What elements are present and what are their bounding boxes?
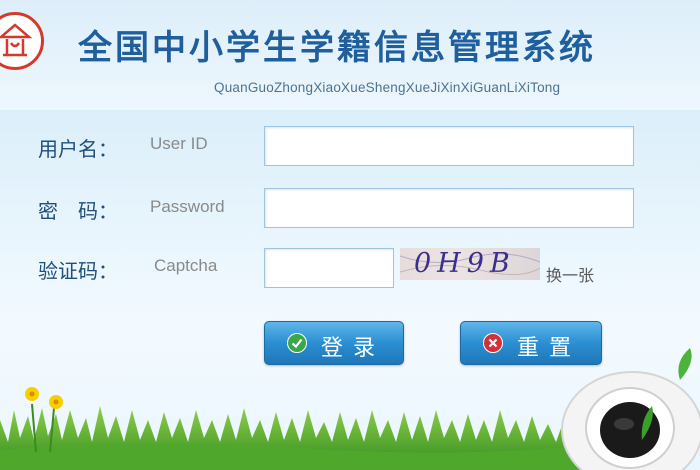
username-hint: User ID: [150, 134, 208, 153]
login-button-label: 登录: [321, 336, 386, 361]
flower-decoration: [25, 387, 63, 453]
captcha-label: 验证码：: [38, 259, 118, 283]
page-subtitle-pinyin: QuanGuoZhongXiaoXueShengXueJiXinXiGuanLi…: [214, 80, 561, 95]
captcha-image[interactable]: 0H9B: [400, 248, 540, 280]
close-circle-icon: [483, 333, 503, 353]
check-circle-icon: [287, 333, 307, 353]
refresh-captcha-link[interactable]: 换一张: [546, 262, 594, 286]
password-input[interactable]: [264, 188, 634, 228]
password-hint: Password: [150, 197, 225, 216]
captcha-input[interactable]: [264, 248, 394, 288]
page-title: 全国中小学生学籍信息管理系统: [78, 28, 596, 68]
username-label: 用户名：: [38, 137, 118, 161]
captcha-text: 0H9B: [414, 248, 516, 279]
coffee-cup-decoration: [561, 348, 700, 470]
password-label: 密 码：: [38, 199, 118, 223]
username-input[interactable]: [264, 126, 634, 166]
login-button[interactable]: 登录: [264, 321, 404, 365]
captcha-hint: Captcha: [154, 256, 218, 275]
